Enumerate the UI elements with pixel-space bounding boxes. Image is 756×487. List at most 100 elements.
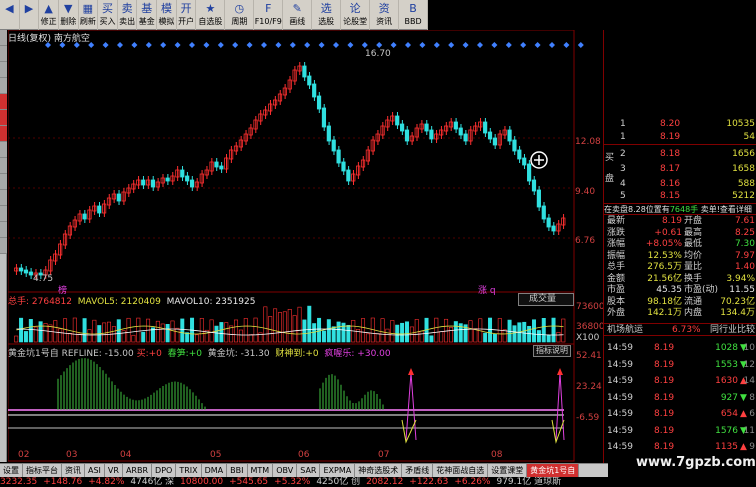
toolbar-button-label: 基金 [138,17,155,26]
side-tab[interactable] [0,126,7,142]
kline-chart[interactable] [8,30,603,463]
volume-bar [414,319,419,343]
orderbook-volume: 1656 [732,149,755,159]
volume-bar [488,317,493,343]
side-tab[interactable] [0,158,7,174]
toolbar-button-label: 买入 [99,17,116,26]
indicator-tab[interactable]: ASI [85,464,105,478]
indicator-tab[interactable]: DPO [152,464,177,478]
volume-bar [170,320,175,343]
toolbar-button-f10[interactable]: F F10/F9 [254,0,284,30]
orderbook-row[interactable]: 1 8.19 54 [604,131,756,144]
toolbar-button-left-arrow[interactable]: ◀ [0,0,20,30]
toolbar-button-account[interactable]: 开开户 [177,0,197,30]
toolbar-button-watchlist[interactable]: ★ 自选股 [196,0,226,30]
toolbar-button-news[interactable]: 资资讯 [370,0,400,30]
orderbook-row[interactable]: 5 8.15 5212 [604,190,756,203]
toolbar-button-up-arrow[interactable]: ▲ 修正 [39,0,59,30]
tick-row: 14:59 8.19 654 ▲ 6 [604,406,756,422]
layout-icon: ▦ [82,2,94,15]
volume-bar [492,333,497,343]
candle-body [541,205,546,220]
candle-body [316,95,322,110]
side-tab[interactable] [0,238,7,254]
toolbar-button-right-arrow[interactable]: ▶ [20,0,40,30]
tick-row: 14:59 8.19 1553 ▼ 12 [604,357,756,373]
quote-label: 流通 [684,296,703,307]
side-tab[interactable] [0,94,7,110]
toolbar-button-select-stock[interactable]: 选选股 [312,0,342,30]
volume-bar [238,329,243,343]
indicator-tab[interactable]: 资讯 [62,464,85,478]
side-tab[interactable] [0,142,7,158]
watermark: www.7gpzb.com [636,455,756,470]
indicator-tab[interactable]: 神奇选股术 [355,464,403,478]
indicator-tab[interactable]: DMA [202,464,228,478]
toolbar-button-drawline[interactable]: ✎ 画线 [283,0,313,30]
indicator-tab[interactable]: BBI [227,464,248,478]
indicator-tab[interactable]: 设置课堂 [488,464,528,478]
toolbar-button-label: 模拟 [158,17,175,26]
signal-diamond-icon [390,42,397,48]
indicator-help-button[interactable]: 指标说明 [533,345,571,357]
orderbook-level: 1 [620,119,626,129]
indicator-tab[interactable]: 花神面战自选 [433,464,489,478]
order-alert-bar[interactable]: 在卖盘8.28位置有7648手 卖单!查看详细 [604,203,756,215]
orderbook-row[interactable]: 2 8.18 1656 [604,148,756,161]
candle-body [307,75,312,86]
tick-count: 10 [743,343,755,353]
toolbar-button-forum[interactable]: 论论股堂 [341,0,371,30]
indicator-tab[interactable]: ARBR [123,464,153,478]
volume-bar [468,320,473,343]
volume-total: 总手: 2764812 [8,297,72,307]
toolbar-button-bbd[interactable]: B BBD [399,0,429,30]
signal-diamond-icon [419,42,426,48]
side-tab[interactable] [0,62,7,78]
quote-label: 涨幅 [607,239,626,249]
side-tab[interactable] [0,46,7,62]
indicator-tab[interactable]: 矛盾线 [402,464,434,478]
volume-bar [180,318,185,343]
indicator-tab[interactable]: TRIX [176,464,202,478]
quote-value: 21.56亿 [647,273,682,284]
toolbar-button-cycle[interactable]: ◷ 周期 [225,0,255,30]
side-tab[interactable] [0,174,7,190]
indicator-tab[interactable]: EXPMA [320,464,356,478]
toolbar-button-buy[interactable]: 买买入 [98,0,118,30]
candle-body [116,193,121,202]
sector-name[interactable]: 机场航运 [607,324,643,337]
indicator-axis-label: 23.24 [576,382,602,392]
indicator-tab[interactable]: OBV [273,464,298,478]
signal-diamond-icon [505,42,512,48]
side-tab[interactable] [0,206,7,222]
volume-dropdown[interactable]: 成交量 [518,293,574,306]
quote-value: 8.19 [661,216,682,226]
volume-bar [224,322,229,343]
indicator-tab[interactable]: VR [105,464,123,478]
indicator-tab[interactable]: 设置 [0,464,23,478]
indicator-tab[interactable]: 指标平台 [23,464,62,478]
side-tab[interactable] [0,110,7,126]
orderbook-row[interactable]: 1 8.20 10535 [604,118,756,131]
toolbar-button-simulate[interactable]: 模模拟 [157,0,177,30]
side-tab[interactable] [0,30,7,46]
toolbar-button-fund[interactable]: 基基金 [137,0,158,30]
left-side-tabs [0,30,7,462]
order-alert-link[interactable]: 卖单!查看详细 [701,205,752,214]
indicator-tab[interactable]: MTM [248,464,274,478]
ticker-item: 2082.12 [366,477,404,487]
side-tab[interactable] [0,190,7,206]
toolbar-button-layout[interactable]: ▦ 刷新 [79,0,99,30]
side-tab[interactable] [0,78,7,94]
orderbook-row[interactable]: 3 8.17 1658 [604,163,756,176]
news-icon: 资 [378,2,390,15]
industry-compare-link[interactable]: 同行业比较 [710,324,755,337]
tick-volume: 1576 [715,425,738,436]
side-tab[interactable] [0,222,7,238]
toolbar-button-sell[interactable]: 卖卖出 [118,0,138,30]
quote-label: 金额 [607,273,626,284]
indicator-tab[interactable]: SAR [297,464,321,478]
toolbar-button-down-arrow[interactable]: ▼ 删除 [59,0,79,30]
indicator-tab[interactable]: 黄金坑1号自 [527,464,580,478]
tick-volume: 1135 [715,442,738,452]
